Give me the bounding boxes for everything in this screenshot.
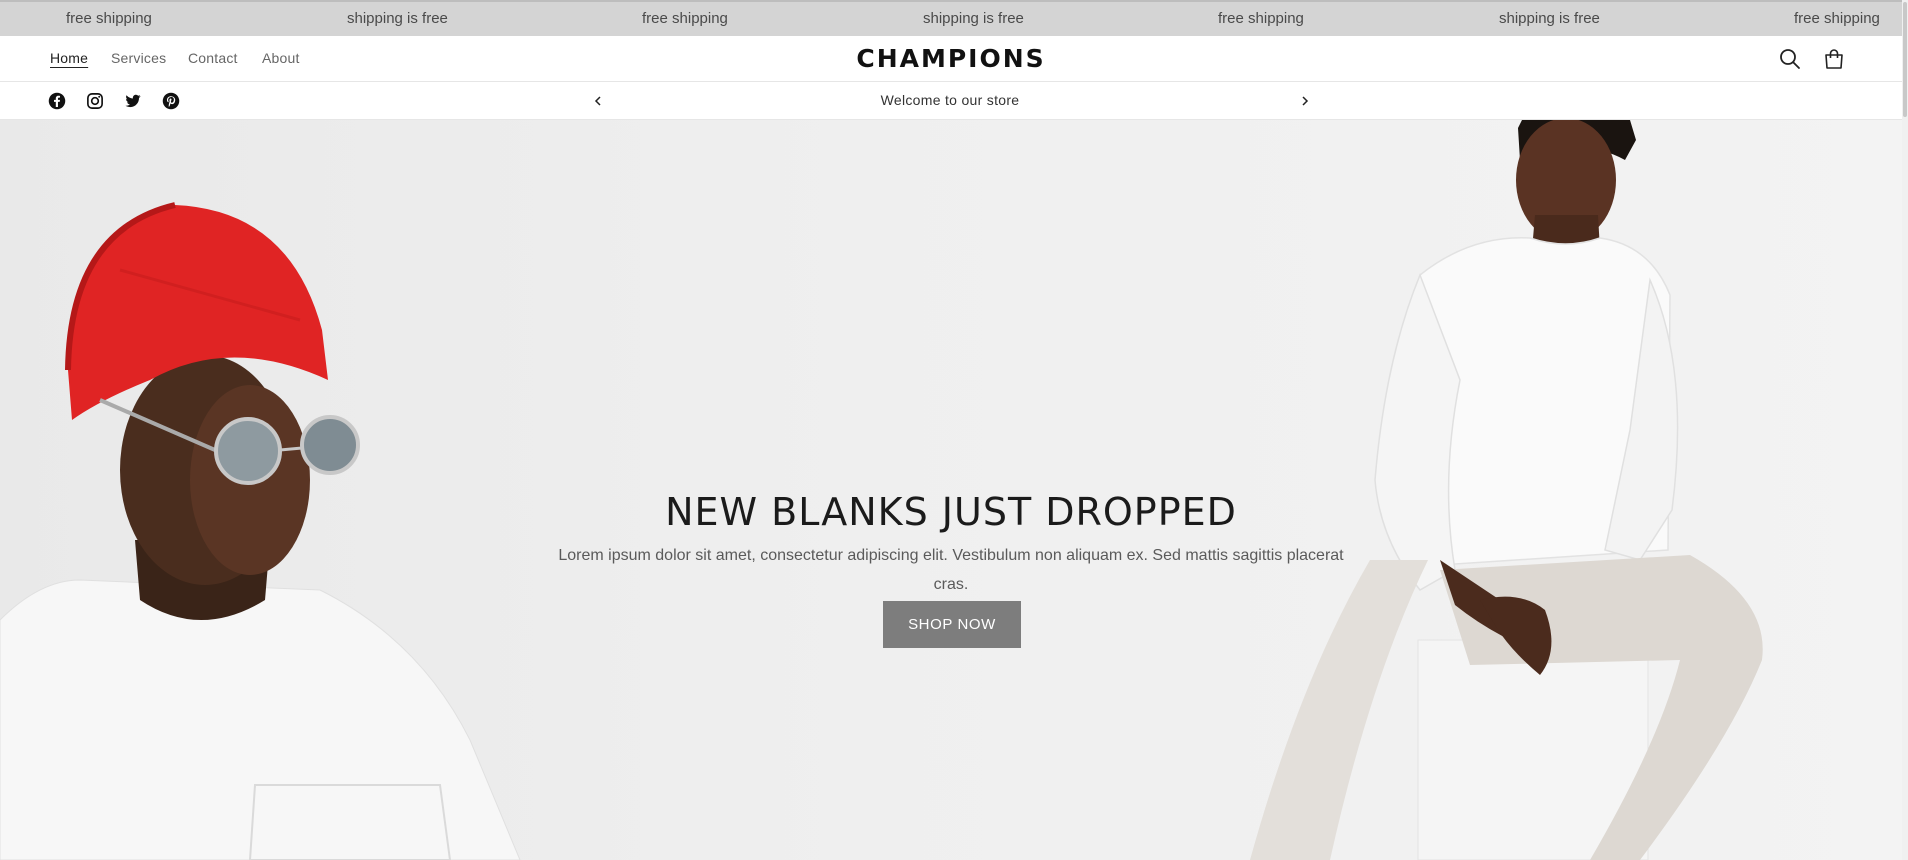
marquee-item: shipping is free — [347, 10, 448, 27]
marquee-item: shipping is free — [1499, 10, 1600, 27]
pinterest-icon[interactable] — [162, 92, 180, 110]
chevron-left-icon[interactable] — [590, 92, 606, 110]
cart-icon[interactable] — [1822, 47, 1846, 71]
page-scrollbar[interactable] — [1902, 0, 1908, 860]
chevron-right-icon[interactable] — [1297, 92, 1313, 110]
marquee-item: free shipping — [1218, 10, 1304, 27]
announcement-text: Welcome to our store — [880, 92, 1020, 108]
marquee-item: free shipping — [66, 10, 152, 27]
instagram-icon[interactable] — [86, 92, 104, 110]
hero-description: Lorem ipsum dolor sit amet, consectetur … — [558, 547, 1344, 593]
scrollbar-thumb[interactable] — [1903, 2, 1907, 117]
marquee-item: free shipping — [1794, 10, 1880, 27]
announcement-marquee: free shipping shipping is free free ship… — [0, 0, 1908, 36]
shop-now-button[interactable]: SHOP NOW — [883, 601, 1021, 648]
facebook-icon[interactable] — [48, 92, 66, 110]
twitter-icon[interactable] — [124, 92, 142, 110]
marquee-item: free shipping — [642, 10, 728, 27]
hero-title: NEW BLANKS JUST DROPPED — [665, 490, 1237, 535]
hero-banner: NEW BLANKS JUST DROPPED Lorem ipsum dolo… — [0, 120, 1902, 860]
site-header: Home Services Contact About CHAMPIONS — [0, 36, 1908, 82]
search-icon[interactable] — [1778, 47, 1802, 71]
social-announcement-bar: Welcome to our store — [0, 82, 1908, 120]
site-logo[interactable]: CHAMPIONS — [0, 44, 1902, 73]
marquee-item: shipping is free — [923, 10, 1024, 27]
